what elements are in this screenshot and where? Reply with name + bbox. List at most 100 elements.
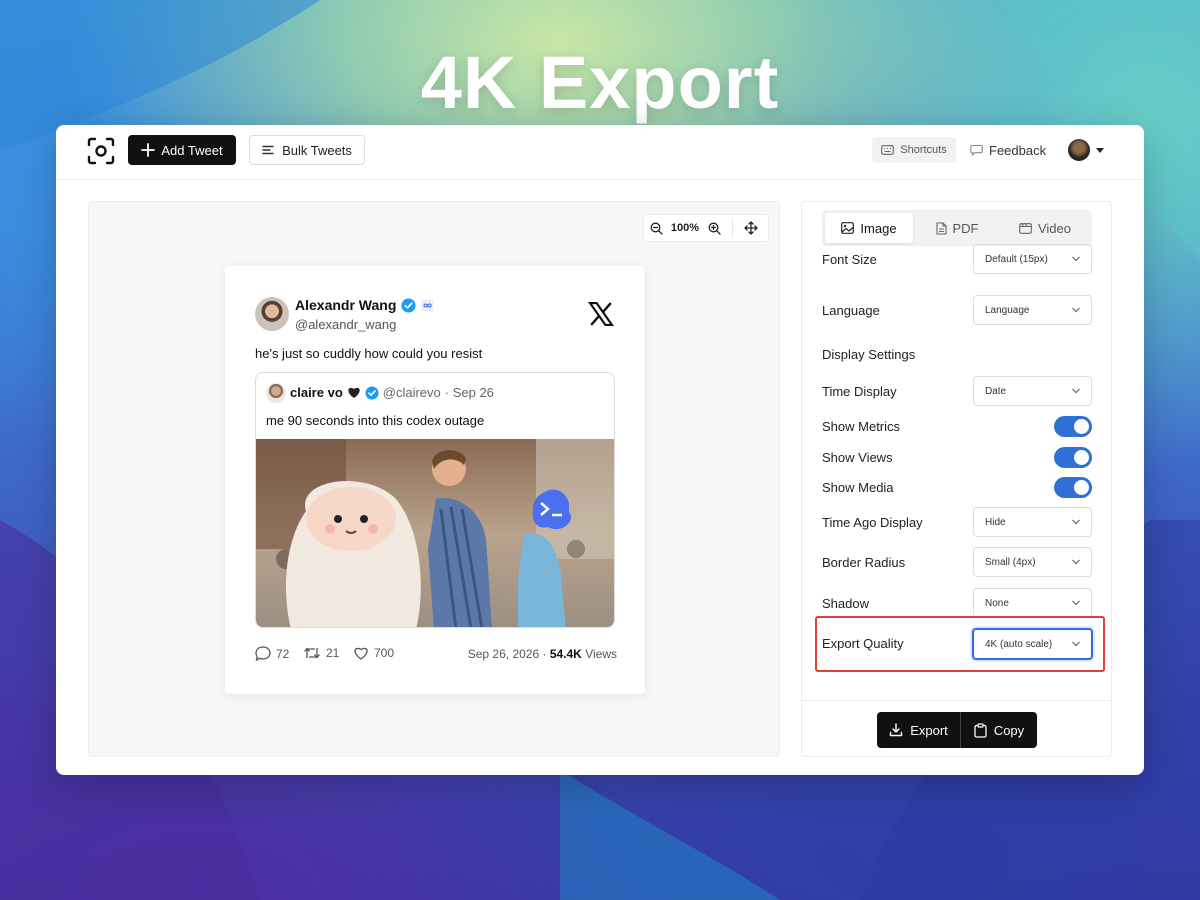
chevron-down-icon [1072, 559, 1080, 565]
move-icon[interactable] [739, 221, 763, 235]
tab-pdf-label: PDF [952, 220, 979, 236]
preview-canvas: 100% Alexandr Wang @alexandr_wang he's j… [88, 201, 780, 757]
quote-author-handle: @clairevo [382, 385, 441, 400]
document-icon [935, 221, 947, 235]
show-views-toggle[interactable] [1054, 447, 1092, 468]
time-ago-display-value: Hide [985, 516, 1006, 528]
tab-image-label: Image [860, 220, 897, 236]
zoom-level: 100% [670, 222, 700, 234]
show-media-label: Show Media [822, 480, 894, 495]
tweet-metrics: 72 21 700 Sep 26, 2026 · 54.4K Views [255, 646, 617, 666]
language-select[interactable]: Language [973, 295, 1092, 325]
export-button[interactable]: Export [877, 712, 961, 748]
shadow-value: None [985, 597, 1009, 609]
shortcuts-label: Shortcuts [900, 144, 947, 156]
heart-icon [354, 647, 368, 660]
chevron-down-icon [1072, 641, 1080, 647]
add-tweet-button[interactable]: Add Tweet [128, 135, 236, 165]
zoom-divider [732, 219, 733, 237]
black-heart-icon [348, 387, 360, 398]
zoom-in-icon[interactable] [702, 222, 726, 235]
feedback-button[interactable]: Feedback [970, 137, 1046, 163]
chevron-down-icon [1072, 519, 1080, 525]
tweet-card[interactable]: Alexandr Wang @alexandr_wang he's just s… [225, 266, 645, 694]
quote-header: claire vo @clairevo · Sep 26 [290, 385, 494, 400]
chevron-down-icon [1072, 256, 1080, 262]
show-media-toggle[interactable] [1054, 477, 1092, 498]
tab-video-label: Video [1037, 220, 1071, 236]
likes-count: 700 [374, 646, 395, 660]
retweets-count: 21 [326, 646, 340, 660]
replies-metric: 72 [255, 646, 289, 661]
show-metrics-label: Show Metrics [822, 419, 901, 434]
bulk-tweets-label: Bulk Tweets [282, 142, 352, 158]
infinity-badge-icon [421, 299, 434, 311]
quote-date: · Sep 26 [444, 385, 494, 400]
shadow-label: Shadow [822, 596, 869, 611]
display-settings-title: Display Settings [822, 347, 916, 362]
tab-video[interactable]: Video [1001, 213, 1089, 243]
footer-divider [802, 700, 1111, 701]
tab-pdf[interactable]: PDF [913, 213, 1001, 243]
export-format-tabs: Image PDF Video [822, 210, 1092, 246]
quote-author-name: claire vo [290, 385, 343, 400]
quoted-tweet[interactable]: claire vo @clairevo · Sep 26 me 90 secon… [255, 372, 615, 628]
tab-image[interactable]: Image [825, 213, 913, 243]
border-radius-value: Small (4px) [985, 556, 1036, 568]
author-handle: @alexandr_wang [295, 317, 397, 332]
chat-bubble-icon [970, 144, 983, 156]
top-bar: Add Tweet Bulk Tweets Shortcuts Feedback [56, 125, 1144, 180]
author-name: Alexandr Wang [295, 297, 397, 313]
verified-badge-icon [401, 297, 416, 313]
author-avatar [255, 297, 289, 331]
font-size-value: Default (15px) [985, 253, 1048, 265]
time-ago-display-select[interactable]: Hide [973, 507, 1092, 537]
font-size-label: Font Size [822, 252, 877, 267]
time-display-value: Date [985, 385, 1007, 397]
tweet-date-views: Sep 26, 2026 · 54.4K Views [468, 647, 617, 661]
user-menu[interactable] [1068, 139, 1104, 161]
export-label: Export [910, 722, 948, 738]
keyboard-icon [881, 145, 895, 155]
time-ago-display-label: Time Ago Display [822, 515, 923, 530]
chevron-down-icon [1072, 388, 1080, 394]
quote-avatar [266, 383, 286, 403]
shortcuts-button[interactable]: Shortcuts [872, 137, 956, 163]
screenshot-logo-icon[interactable] [86, 136, 116, 166]
time-display-select[interactable]: Date [973, 376, 1092, 406]
bulk-tweets-button[interactable]: Bulk Tweets [249, 135, 365, 165]
video-icon [1019, 223, 1032, 234]
show-views-label: Show Views [822, 450, 893, 465]
export-actions: Export Copy [877, 712, 1037, 748]
likes-metric: 700 [353, 646, 394, 660]
time-display-label: Time Display [822, 384, 897, 399]
retweets-metric: 21 [303, 646, 339, 660]
quote-text: me 90 seconds into this codex outage [266, 413, 485, 428]
tweet-text: he's just so cuddly how could you resist [255, 346, 483, 361]
border-radius-label: Border Radius [822, 555, 906, 570]
views-count: 54.4K [549, 647, 582, 661]
add-tweet-label: Add Tweet [161, 142, 223, 158]
clipboard-icon [974, 722, 987, 738]
retweet-icon [304, 647, 320, 659]
show-metrics-toggle[interactable] [1054, 416, 1092, 437]
font-size-select[interactable]: Default (15px) [973, 244, 1092, 274]
headline: 4K Export [420, 41, 780, 124]
copy-button[interactable]: Copy [961, 712, 1037, 748]
shadow-select[interactable]: None [973, 588, 1092, 618]
list-icon [262, 145, 274, 155]
author-name-row: Alexandr Wang [295, 297, 434, 313]
export-quality-select[interactable]: 4K (auto scale) [972, 628, 1093, 660]
zoom-controls: 100% [643, 214, 769, 242]
reply-icon [255, 646, 271, 661]
tweet-date: Sep 26, 2026 · [467, 647, 547, 661]
verified-badge-icon [365, 385, 379, 400]
chevron-down-icon [1072, 307, 1080, 313]
export-quality-value: 4K (auto scale) [985, 638, 1053, 650]
zoom-out-icon[interactable] [644, 222, 668, 235]
border-radius-select[interactable]: Small (4px) [973, 547, 1092, 577]
views-label: Views [585, 647, 617, 661]
replies-count: 72 [276, 646, 290, 661]
feedback-label: Feedback [989, 142, 1047, 158]
language-value: Language [985, 304, 1030, 316]
